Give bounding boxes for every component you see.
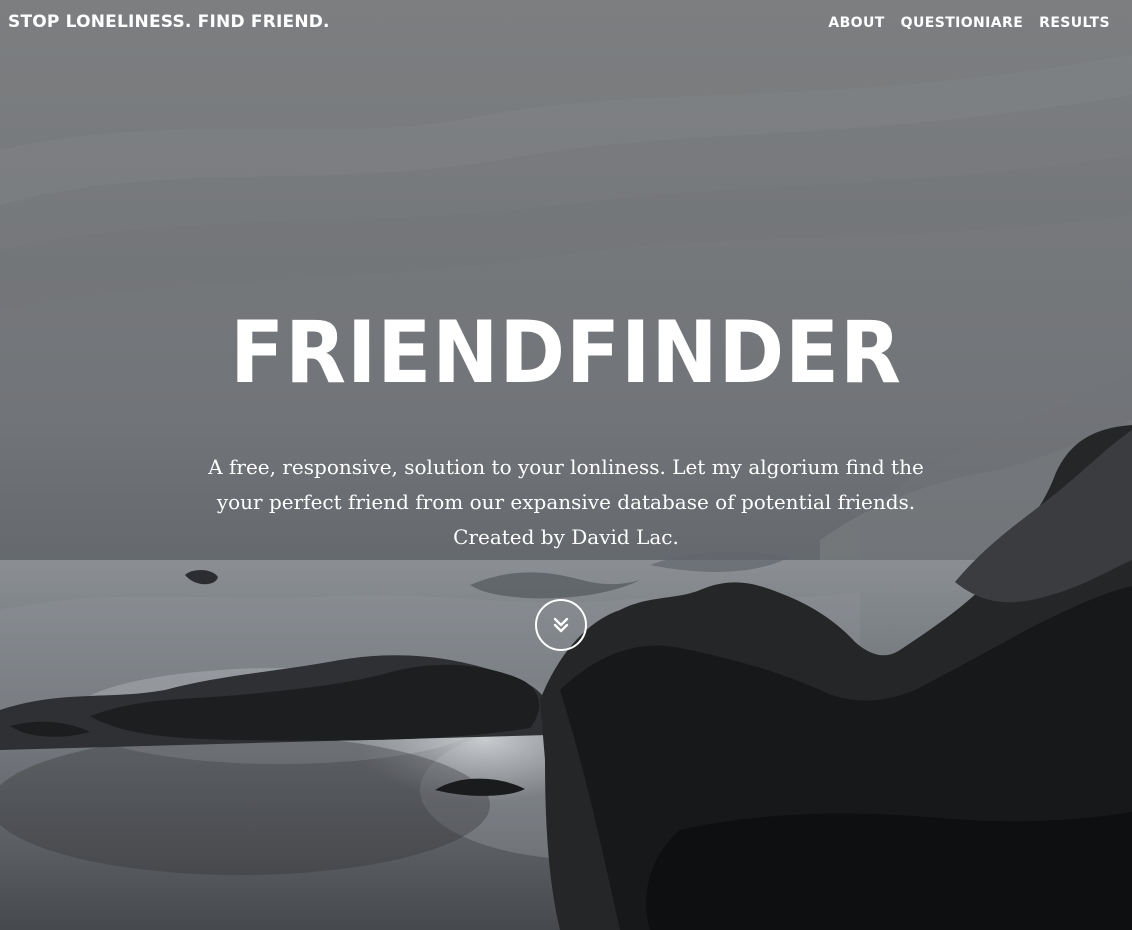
intro-text: A free, responsive, solution to your lon… (196, 450, 936, 555)
nav-link-results[interactable]: RESULTS (1039, 15, 1110, 31)
brand-link[interactable]: STOP LONELINESS. FIND FRIEND. (8, 12, 330, 32)
scroll-down-button[interactable] (535, 599, 587, 651)
intro-line-2: your perfect friend from our expansive d… (216, 490, 916, 514)
nav-item-about: ABOUT (828, 14, 884, 32)
nav-item-questioniare: QUESTIONIARE (901, 14, 1023, 32)
top-navbar: STOP LONELINESS. FIND FRIEND. ABOUT QUES… (0, 0, 1132, 48)
hero-section: FRIENDFINDER A free, responsive, solutio… (0, 300, 1132, 555)
nav-links: ABOUT QUESTIONIARE RESULTS (828, 14, 1110, 32)
nav-link-questioniare[interactable]: QUESTIONIARE (901, 15, 1023, 31)
nav-item-results: RESULTS (1039, 14, 1110, 32)
landing-page: STOP LONELINESS. FIND FRIEND. ABOUT QUES… (0, 0, 1132, 930)
intro-line-3: Created by David Lac. (453, 525, 679, 549)
double-chevron-down-icon (553, 617, 569, 633)
intro-line-1: A free, responsive, solution to your lon… (208, 455, 924, 479)
page-title: FRIENDFINDER (230, 303, 902, 403)
nav-link-about[interactable]: ABOUT (828, 15, 884, 31)
